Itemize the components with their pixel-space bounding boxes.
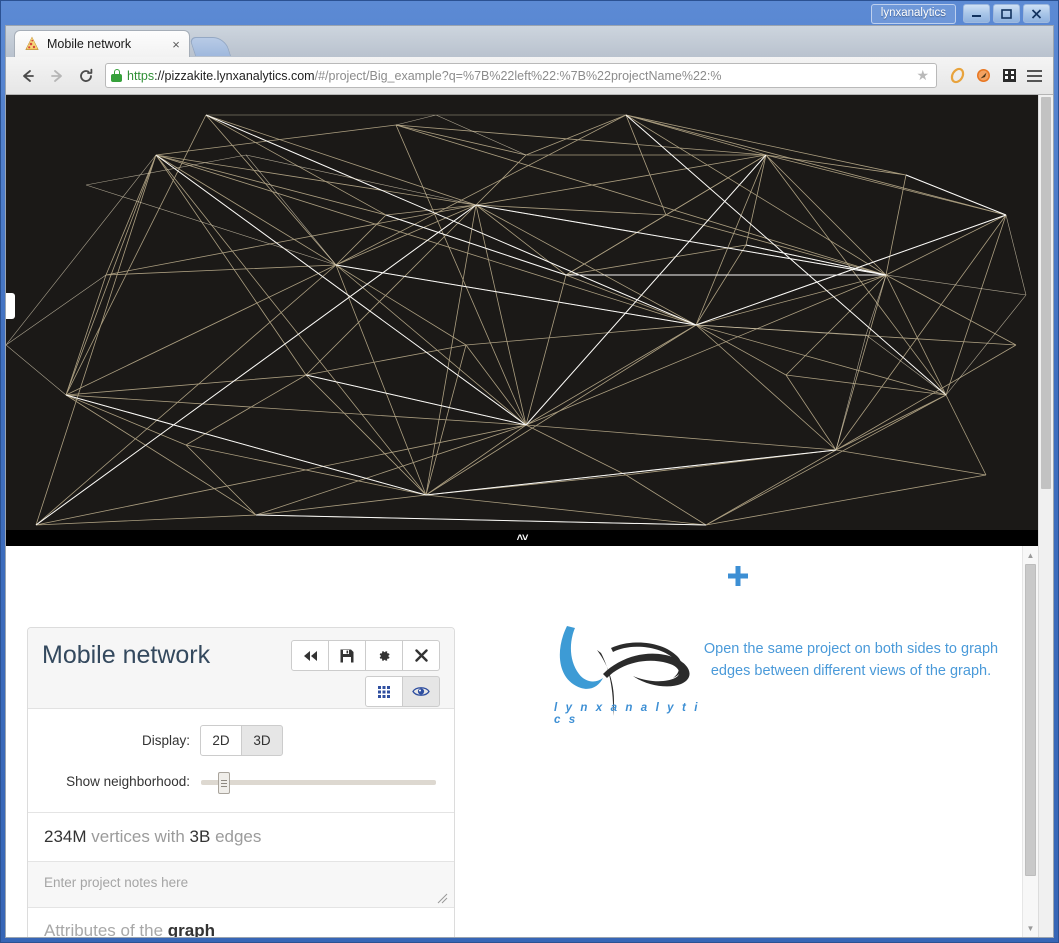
right-project-pane: l y n x a n a l y t i c s Open the same … bbox=[476, 546, 1038, 937]
right-pane-hint: Open the same project on both sides to g… bbox=[703, 641, 999, 679]
url-scheme: https bbox=[127, 68, 155, 83]
compass-extension-icon[interactable] bbox=[970, 63, 996, 89]
workspace-area: Mobile network Display: 2D 3D Show neigh… bbox=[6, 546, 1038, 937]
tab-mobile-network[interactable]: Mobile network × bbox=[14, 30, 190, 57]
browser-chrome: Mobile network × https://pizzakite.lynxa… bbox=[5, 25, 1054, 938]
neighborhood-control: Show neighborhood: bbox=[42, 770, 440, 794]
lock-icon bbox=[111, 69, 122, 82]
url-path: /#/project/Big_example?q=%7B%22left%22:%… bbox=[314, 68, 722, 83]
project-notes-placeholder: Enter project notes here bbox=[44, 875, 189, 890]
attributes-graph-keyword: graph bbox=[167, 921, 216, 937]
edges-word: edges bbox=[215, 827, 262, 846]
browser-window: lynxanalytics Mobile network × https://p… bbox=[0, 0, 1059, 943]
tab-close-icon[interactable]: × bbox=[169, 38, 183, 51]
resize-grip-icon[interactable] bbox=[437, 891, 448, 904]
display-option-3d[interactable]: 3D bbox=[241, 725, 283, 756]
add-project-button[interactable] bbox=[725, 563, 751, 589]
address-bar[interactable]: https://pizzakite.lynxanalytics.com/#/pr… bbox=[105, 63, 937, 88]
url-text: https://pizzakite.lynxanalytics.com/#/pr… bbox=[127, 69, 911, 83]
display-control: Display: 2D 3D bbox=[42, 725, 440, 756]
tab-title: Mobile network bbox=[47, 37, 132, 51]
edge-count: 3B bbox=[189, 827, 211, 846]
table-view-button[interactable] bbox=[365, 676, 403, 707]
slider-track bbox=[201, 780, 436, 785]
ring-extension-icon[interactable] bbox=[944, 63, 970, 89]
page-viewport: ˄˅ Mobile network Display: 2D 3D Show ne… bbox=[6, 95, 1053, 937]
vertices-word: vertices with bbox=[91, 827, 185, 846]
graph-statistics: 234M vertices with 3B edges bbox=[28, 813, 454, 861]
pizza-icon bbox=[24, 36, 40, 52]
window-controls bbox=[963, 4, 1050, 23]
neighborhood-label: Show neighborhood: bbox=[66, 774, 190, 789]
settings-button[interactable] bbox=[365, 640, 403, 671]
url-separator: :// bbox=[154, 68, 165, 83]
project-view-toggle bbox=[365, 676, 440, 707]
attributes-graph-prefix: Attributes of the bbox=[44, 921, 168, 937]
reload-icon[interactable] bbox=[71, 61, 100, 90]
workspace-scroll-thumb[interactable] bbox=[1025, 564, 1036, 876]
rewind-button[interactable] bbox=[291, 640, 329, 671]
close-project-button[interactable] bbox=[402, 640, 440, 671]
display-label: Display: bbox=[141, 732, 190, 748]
minimize-button[interactable] bbox=[963, 4, 990, 23]
forward-icon[interactable] bbox=[42, 61, 71, 90]
display-segmented-control: 2D 3D bbox=[200, 725, 283, 756]
maximize-button[interactable] bbox=[993, 4, 1020, 23]
save-button[interactable] bbox=[328, 640, 366, 671]
close-window-button[interactable] bbox=[1023, 4, 1050, 23]
left-panel-handle[interactable] bbox=[6, 293, 15, 319]
filmstrip-extension-icon[interactable] bbox=[996, 63, 1022, 89]
window-app-label: lynxanalytics bbox=[870, 4, 956, 24]
scroll-down-arrow-icon[interactable]: ▼ bbox=[1023, 921, 1038, 935]
page-scroll-thumb[interactable] bbox=[1041, 97, 1051, 489]
graph-collapse-bar[interactable]: ˄˅ bbox=[6, 530, 1038, 546]
project-controls: Display: 2D 3D Show neighborhood: bbox=[28, 709, 454, 812]
slider-handle[interactable] bbox=[217, 772, 230, 794]
chrome-menu-icon[interactable] bbox=[1022, 69, 1046, 82]
project-panel-header: Mobile network bbox=[28, 628, 454, 709]
back-icon[interactable] bbox=[13, 61, 42, 90]
neighborhood-slider[interactable] bbox=[201, 770, 440, 794]
scroll-up-arrow-icon[interactable]: ▲ bbox=[1023, 548, 1038, 562]
project-toolbar bbox=[291, 640, 440, 671]
tab-strip: Mobile network × bbox=[6, 26, 1053, 57]
graph-view-button[interactable] bbox=[402, 676, 440, 707]
bookmark-star-icon[interactable]: ★ bbox=[916, 67, 931, 84]
chevron-updown-icon[interactable]: ˄˅ bbox=[517, 532, 529, 544]
lynxanalytics-wordmark: l y n x a n a l y t i c s bbox=[554, 702, 700, 726]
page-scrollbar[interactable] bbox=[1038, 95, 1053, 937]
project-panel: Mobile network Display: 2D 3D Show neigh… bbox=[27, 627, 455, 937]
display-option-2d[interactable]: 2D bbox=[200, 725, 242, 756]
navigation-bar: https://pizzakite.lynxanalytics.com/#/pr… bbox=[6, 57, 1053, 95]
workspace-scrollbar[interactable]: ▲ ▼ bbox=[1022, 546, 1038, 937]
graph-visualization[interactable] bbox=[6, 95, 1038, 530]
attributes-of-graph[interactable]: Attributes of the graph bbox=[28, 908, 454, 937]
vertex-count: 234M bbox=[44, 827, 87, 846]
new-tab-button[interactable] bbox=[188, 37, 232, 56]
project-notes-field[interactable]: Enter project notes here bbox=[28, 861, 454, 908]
url-host: pizzakite.lynxanalytics.com bbox=[164, 68, 315, 83]
